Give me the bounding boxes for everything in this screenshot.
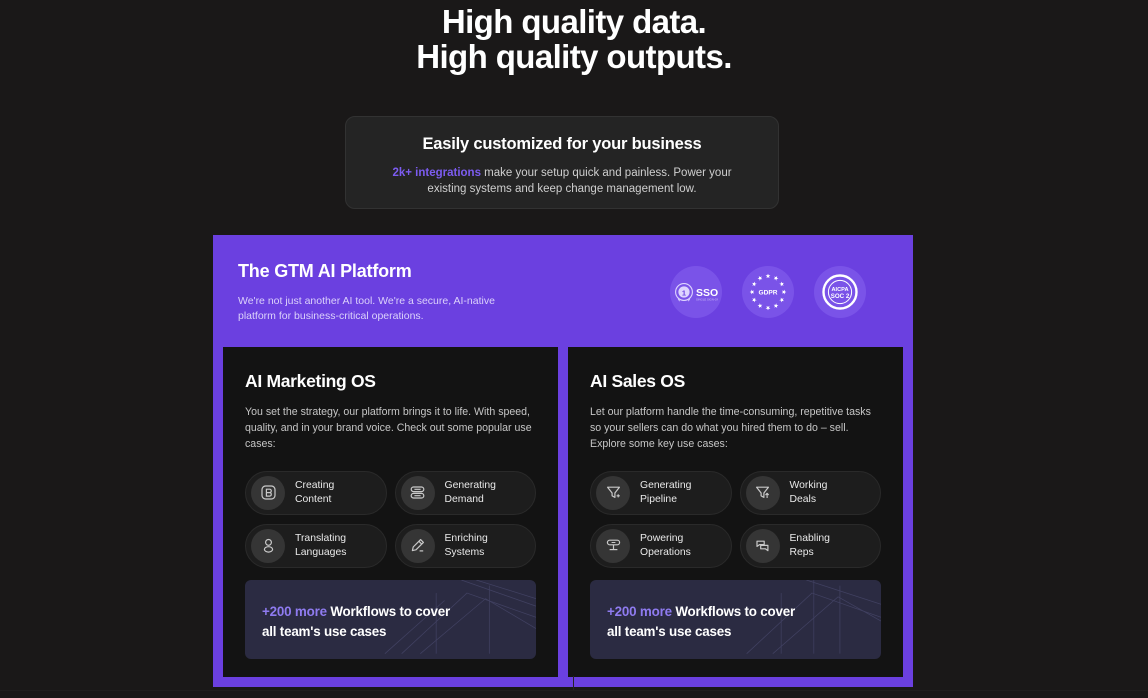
usecase-enriching-systems[interactable]: Enriching Systems	[394, 523, 536, 568]
pencil-icon	[400, 528, 435, 563]
funnel-plus-icon	[596, 475, 630, 510]
svg-text:1: 1	[682, 288, 686, 297]
usecase-label: Powering Operations	[640, 533, 691, 558]
hero-line-2: High quality outputs.	[416, 38, 732, 75]
chat-bubbles-icon	[745, 528, 780, 563]
marketing-usecase-grid: Creating Content Generating Demand Trans…	[245, 470, 536, 568]
usecase-enabling-reps[interactable]: Enabling Reps	[739, 523, 881, 568]
banner-line2: all team's use cases	[262, 624, 387, 639]
usecase-label: Creating Content	[295, 480, 335, 505]
integrations-link[interactable]: 2k+ integrations	[392, 167, 481, 179]
marketing-banner-text: +200 more Workflows to cover all team's …	[245, 580, 536, 642]
os-card-row: AI Marketing OS You set the strategy, ou…	[223, 347, 903, 677]
sales-banner-text: +200 more Workflows to cover all team's …	[590, 580, 881, 642]
content-square-icon	[251, 475, 285, 510]
stacked-bars-icon	[400, 475, 435, 510]
gdpr-badge-icon: GDPR	[749, 273, 787, 311]
usecase-translating-languages[interactable]: Translating Languages	[245, 523, 387, 568]
usecase-label: Generating Demand	[444, 480, 496, 505]
banner-line2: all team's use cases	[607, 624, 732, 639]
ai-marketing-os-card: AI Marketing OS You set the strategy, ou…	[223, 347, 558, 677]
banner-accent: +200 more	[607, 604, 672, 619]
soc2-badge: AICPA SOC 2	[814, 266, 866, 318]
customization-callout: Easily customized for your business 2k+ …	[345, 116, 779, 209]
compliance-badges: 1 SSO SINGLE SIGN-ON GDPR AICPA SOC 2	[670, 266, 866, 318]
banner-rest: Workflows to cover	[671, 604, 796, 619]
platform-header: The GTM AI Platform We're not just anoth…	[213, 235, 913, 347]
usecase-label: Translating Languages	[295, 533, 347, 558]
ai-sales-os-card: AI Sales OS Let our platform handle the …	[568, 347, 903, 677]
customization-title: Easily customized for your business	[422, 135, 702, 153]
usecase-label: Enriching Systems	[444, 533, 488, 558]
customization-body: 2k+ integrations make your setup quick a…	[376, 165, 748, 197]
landing-page: High quality data. High quality outputs.…	[0, 0, 1148, 698]
person-icon	[251, 528, 285, 563]
usecase-generating-demand[interactable]: Generating Demand	[394, 470, 536, 515]
usecase-generating-pipeline[interactable]: Generating Pipeline	[590, 470, 732, 515]
marketing-workflows-banner[interactable]: +200 more Workflows to cover all team's …	[245, 580, 536, 659]
marketing-card-desc: You set the strategy, our platform bring…	[245, 406, 532, 451]
usecase-working-deals[interactable]: Working Deals	[739, 470, 881, 515]
platform-heading-group: The GTM AI Platform We're not just anoth…	[238, 261, 500, 324]
page-divider	[0, 690, 1148, 691]
usecase-creating-content[interactable]: Creating Content	[245, 470, 387, 515]
sales-card-title: AI Sales OS	[590, 371, 685, 391]
platform-subtitle: We're not just another AI tool. We're a …	[238, 295, 495, 322]
platform-title: The GTM AI Platform	[238, 261, 412, 281]
svg-text:SINGLE SIGN-ON: SINGLE SIGN-ON	[696, 298, 718, 302]
sales-card-desc: Let our platform handle the time-consumi…	[590, 406, 871, 451]
hero-line-1: High quality data.	[441, 3, 707, 40]
sales-workflows-banner[interactable]: +200 more Workflows to cover all team's …	[590, 580, 881, 659]
usecase-powering-operations[interactable]: Powering Operations	[590, 523, 732, 568]
sso-badge-icon: 1 SSO SINGLE SIGN-ON	[675, 283, 718, 302]
gdpr-label: GDPR	[758, 290, 777, 297]
soc2-badge-icon: AICPA SOC 2	[822, 274, 858, 310]
sales-usecase-grid: Generating Pipeline Working Deals Poweri…	[590, 470, 881, 568]
banner-rest: Workflows to cover	[326, 604, 451, 619]
hero-headline: High quality data. High quality outputs.	[0, 0, 1148, 74]
page-divider-tick	[573, 676, 574, 690]
marketing-card-title: AI Marketing OS	[245, 371, 376, 391]
soc2-label-bottom: SOC 2	[831, 293, 850, 300]
filter-table-icon	[596, 528, 630, 563]
usecase-label: Enabling Reps	[789, 533, 830, 558]
usecase-label: Generating Pipeline	[640, 480, 692, 505]
gdpr-badge: GDPR	[742, 266, 794, 318]
platform-panel: The GTM AI Platform We're not just anoth…	[213, 235, 913, 687]
sso-badge: 1 SSO SINGLE SIGN-ON	[670, 266, 722, 318]
usecase-label: Working Deals	[789, 480, 828, 505]
funnel-arrow-up-icon	[745, 475, 780, 510]
banner-accent: +200 more	[262, 604, 327, 619]
